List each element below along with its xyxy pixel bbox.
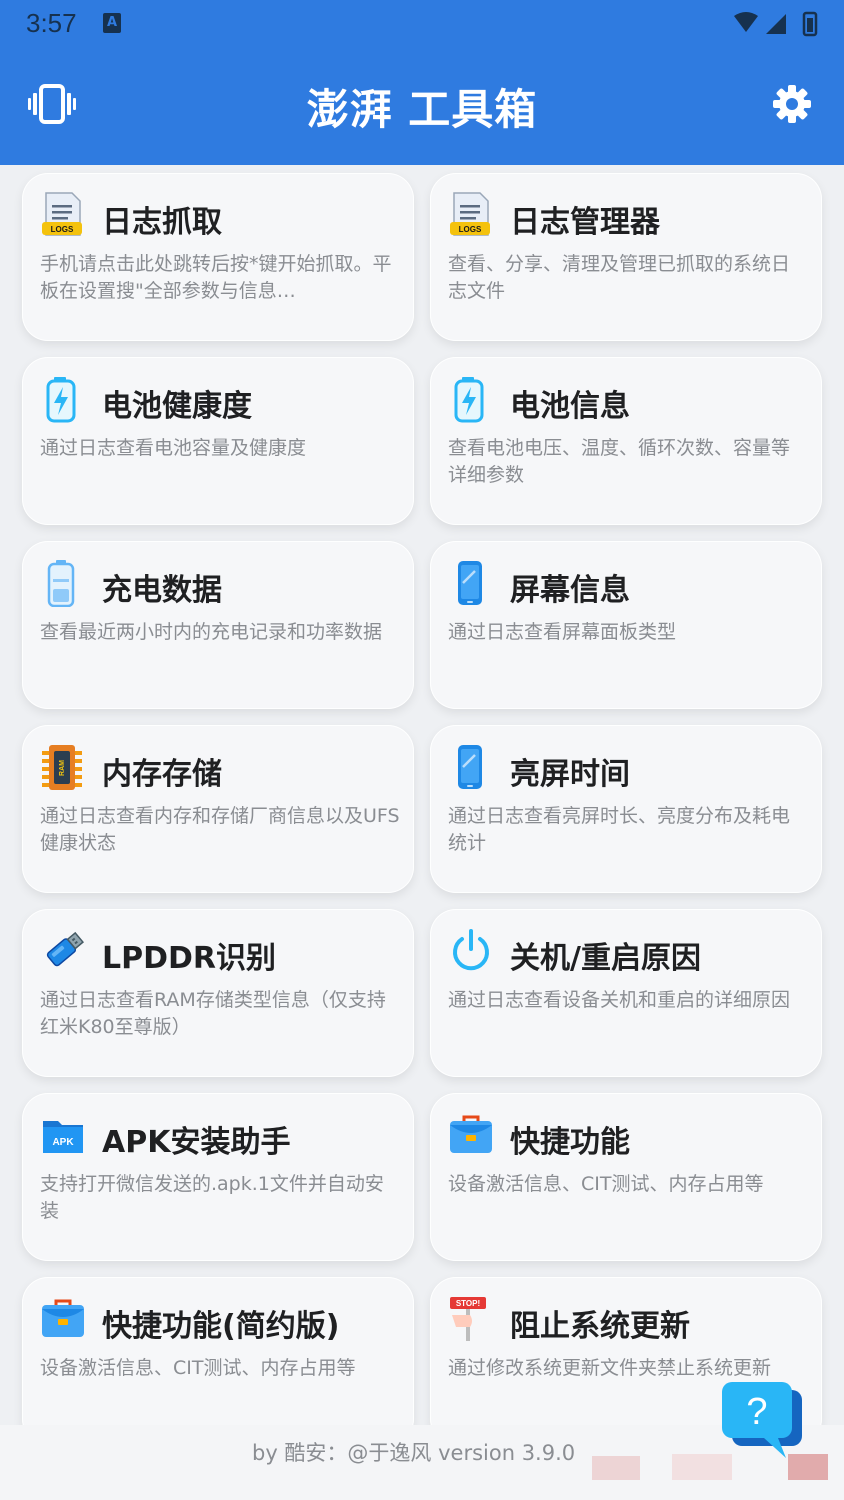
battery-icon	[47, 560, 75, 607]
card-log-manager[interactable]: LOGS 日志管理器 查看、分享、清理及管理已抓取的系统日志文件	[430, 173, 822, 341]
toolbox-icon	[450, 1115, 492, 1153]
card-desc: 手机请点击此处跳转后按*键开始抓取。平板在设置搜"全部参数与信息…	[40, 253, 392, 302]
phone-icon	[458, 561, 482, 605]
card-title: APK安装助手	[102, 1125, 291, 1160]
help-chat-icon[interactable]: ?	[718, 1378, 808, 1464]
logs-file-icon: LOGS	[42, 192, 82, 236]
card-lpddr-detect[interactable]: LPDDR识别 通过日志查看RAM存储类型信息（仅支持红米K80至尊版）	[22, 909, 414, 1077]
card-title: LPDDR识别	[102, 941, 277, 976]
svg-text:LOGS: LOGS	[51, 225, 74, 234]
svg-text:LOGS: LOGS	[459, 225, 482, 234]
card-log-capture[interactable]: LOGS 日志抓取 手机请点击此处跳转后按*键开始抓取。平板在设置搜"全部参数与…	[22, 173, 414, 341]
card-shortcuts-lite[interactable]: 快捷功能(简约版) 设备激活信息、CIT测试、内存占用等	[22, 1277, 414, 1425]
card-screen-info[interactable]: 屏幕信息 通过日志查看屏幕面板类型	[430, 541, 822, 709]
card-title: 亮屏时间	[510, 757, 630, 792]
card-desc: 查看最近两小时内的充电记录和功率数据	[40, 621, 383, 643]
card-desc: 查看、分享、清理及管理已抓取的系统日志文件	[448, 253, 791, 302]
card-desc: 通过日志查看亮屏时长、亮度分布及耗电统计	[448, 805, 791, 854]
card-title: 电池健康度	[102, 389, 252, 424]
gear-icon[interactable]	[772, 84, 812, 124]
card-shortcuts[interactable]: 快捷功能 设备激活信息、CIT测试、内存占用等	[430, 1093, 822, 1261]
card-title: 屏幕信息	[510, 573, 630, 608]
app-bar: 澎湃 工具箱	[0, 48, 844, 165]
battery-bolt-icon	[454, 377, 484, 423]
card-battery-health[interactable]: 电池健康度 通过日志查看电池容量及健康度	[22, 357, 414, 525]
card-desc: 通过日志查看电池容量及健康度	[40, 437, 307, 459]
status-time: 3:57	[26, 8, 77, 38]
status-bar: 3:57 A	[0, 0, 844, 48]
card-title: 充电数据	[102, 573, 222, 608]
card-title: 电池信息	[510, 389, 630, 424]
signal-icon	[766, 14, 786, 34]
tool-grid: LOGS 日志抓取 手机请点击此处跳转后按*键开始抓取。平板在设置搜"全部参数与…	[0, 165, 844, 1425]
card-desc: 通过日志查看内存和存储厂商信息以及UFS健康状态	[40, 805, 400, 854]
battery-bolt-icon	[46, 377, 76, 423]
card-title: 快捷功能(简约版)	[102, 1309, 340, 1344]
card-title: 日志抓取	[102, 205, 222, 240]
toolbox-icon	[42, 1299, 84, 1337]
card-desc: 通过日志查看设备关机和重启的详细原因	[448, 989, 791, 1011]
card-screen-time[interactable]: 亮屏时间 通过日志查看亮屏时长、亮度分布及耗电统计	[430, 725, 822, 893]
card-desc: 通过日志查看屏幕面板类型	[448, 621, 677, 643]
card-desc: 查看电池电压、温度、循环次数、容量等详细参数	[448, 437, 791, 486]
card-title: 快捷功能	[510, 1125, 630, 1160]
card-battery-info[interactable]: 电池信息 查看电池电压、温度、循环次数、容量等详细参数	[430, 357, 822, 525]
status-icons	[734, 11, 818, 37]
usb-stick-icon	[46, 931, 85, 967]
logs-file-icon: LOGS	[450, 192, 490, 236]
card-title: 关机/重启原因	[510, 941, 701, 976]
footer-credit: by 酷安：@于逸风 version 3.9.0	[252, 1441, 576, 1465]
card-desc: 设备激活信息、CIT测试、内存占用等	[40, 1357, 356, 1379]
card-memory-storage[interactable]: RAM 内存存储 通过日志查看内存和存储厂商信息以及UFS健康状态	[22, 725, 414, 893]
ram-chip-icon: RAM	[42, 745, 82, 790]
svg-text:APK: APK	[52, 1137, 74, 1148]
card-title: 日志管理器	[510, 205, 660, 240]
notification-a-icon: A	[103, 13, 121, 33]
card-apk-installer[interactable]: APK APK安装助手 支持打开微信发送的.apk.1文件并自动安装	[22, 1093, 414, 1261]
card-shutdown-reason[interactable]: 关机/重启原因 通过日志查看设备关机和重启的详细原因	[430, 909, 822, 1077]
card-charging-data[interactable]: 充电数据 查看最近两小时内的充电记录和功率数据	[22, 541, 414, 709]
phone-icon	[458, 745, 482, 789]
card-desc: 通过日志查看RAM存储类型信息（仅支持红米K80至尊版）	[40, 989, 386, 1038]
card-title: 阻止系统更新	[510, 1309, 690, 1344]
card-title: 内存存储	[102, 757, 222, 792]
svg-text:RAM: RAM	[59, 760, 66, 776]
card-desc: 支持打开微信发送的.apk.1文件并自动安装	[40, 1173, 384, 1222]
apk-folder-icon: APK	[43, 1121, 83, 1153]
app-title: 澎湃 工具箱	[306, 85, 538, 134]
wifi-icon	[734, 12, 758, 32]
power-icon	[453, 929, 489, 971]
card-desc: 设备激活信息、CIT测试、内存占用等	[448, 1173, 764, 1195]
stop-sign-icon: STOP!	[450, 1297, 486, 1341]
svg-text:?: ?	[746, 1391, 767, 1433]
svg-text:STOP!: STOP!	[456, 1299, 480, 1308]
